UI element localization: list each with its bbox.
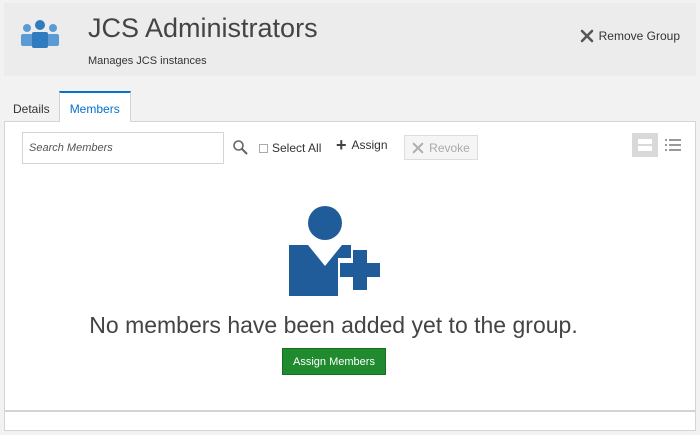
assign-members-button[interactable]: Assign Members <box>282 348 386 375</box>
select-all-checkbox[interactable] <box>259 143 268 153</box>
remove-group-button[interactable]: Remove Group <box>580 29 680 43</box>
select-all-control[interactable]: Select All <box>259 141 321 155</box>
card-view-icon <box>638 139 652 151</box>
page-title: JCS Administrators <box>88 13 318 43</box>
revoke-label: Revoke <box>429 140 470 155</box>
assign-button[interactable]: + Assign <box>336 135 388 155</box>
close-icon <box>580 29 593 43</box>
select-all-label: Select All <box>272 141 322 155</box>
plus-icon: + <box>336 135 347 155</box>
assign-label: Assign <box>351 138 388 152</box>
tab-bar: Details Members <box>4 91 131 122</box>
search-input[interactable] <box>22 132 224 164</box>
remove-group-label: Remove Group <box>598 29 680 43</box>
empty-state-message: No members have been added yet to the gr… <box>89 312 578 338</box>
card-view-button[interactable] <box>632 133 658 157</box>
close-icon <box>412 142 424 153</box>
list-view-icon[interactable] <box>665 138 681 152</box>
add-member-icon <box>289 206 380 296</box>
tab-details[interactable]: Details <box>4 91 59 122</box>
revoke-button[interactable]: Revoke <box>404 135 478 160</box>
panel-footer <box>4 411 696 431</box>
page-subtitle: Manages JCS instances <box>88 55 207 67</box>
search-icon[interactable] <box>232 139 248 155</box>
group-icon <box>21 20 59 48</box>
members-panel: Select All + Assign Revoke No members ha… <box>4 121 696 411</box>
tab-members[interactable]: Members <box>58 91 131 122</box>
group-header: JCS Administrators Manages JCS instances… <box>4 3 696 76</box>
